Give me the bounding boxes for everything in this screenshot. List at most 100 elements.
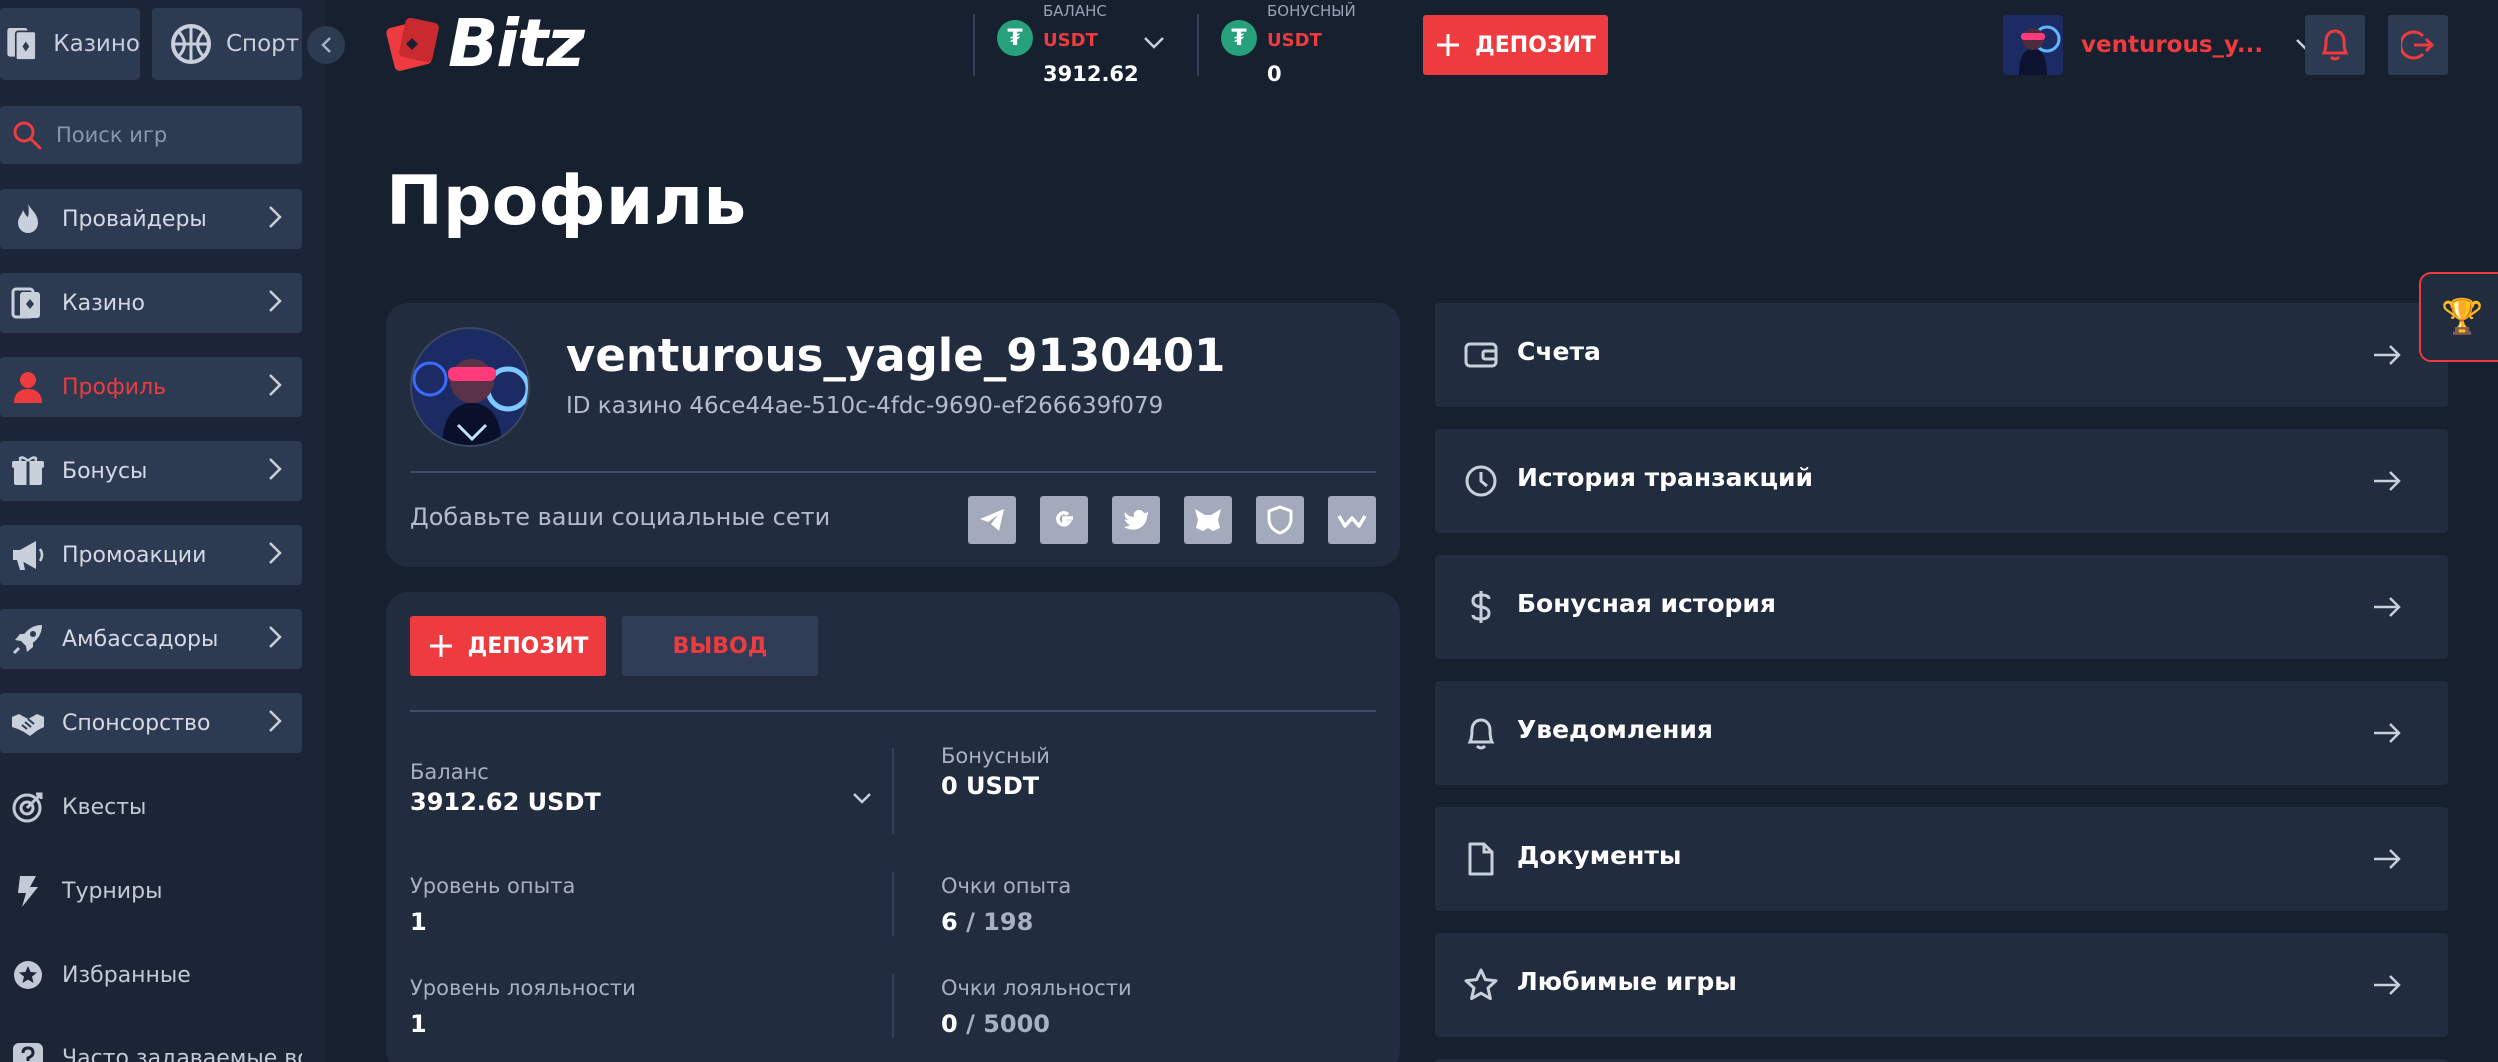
target-icon	[12, 792, 43, 823]
tournaments-widget-button[interactable]: 🏆	[2419, 272, 2498, 362]
twitter-icon	[1124, 510, 1148, 530]
chevron-left-icon	[321, 37, 331, 53]
casino-mode-button[interactable]: Казино	[0, 8, 140, 80]
menu-transaction-history[interactable]: История транзакций	[1435, 429, 2448, 533]
notifications-button[interactable]	[2305, 15, 2365, 75]
dollar-icon	[1471, 591, 1491, 623]
google-button[interactable]	[1040, 496, 1088, 544]
logo-text: Bitz	[448, 5, 585, 82]
bell-icon	[1467, 718, 1495, 750]
handshake-icon	[12, 714, 44, 736]
profile-username: venturous_yagle_9130401	[566, 329, 1226, 382]
chevron-right-icon	[269, 206, 282, 228]
arrow-right-icon	[2374, 471, 2401, 491]
sidebar-item-label: Промоакции	[62, 542, 207, 568]
withdraw-button[interactable]: ВЫВОД	[622, 616, 818, 676]
sidebar-item-label: Избранные	[62, 962, 191, 988]
xp-points-label: Очки опыта	[941, 874, 1072, 898]
menu-label: История транзакций	[1517, 463, 1814, 492]
arrow-right-icon	[2374, 723, 2401, 743]
header-divider	[973, 14, 975, 76]
trophy-icon: 🏆	[2441, 297, 2484, 337]
sidebar-item-profile[interactable]: Профиль	[0, 357, 302, 417]
sidebar-item-label: Квесты	[62, 794, 147, 820]
header-deposit-button[interactable]: ДЕПОЗИТ	[1423, 15, 1608, 75]
trustwallet-button[interactable]	[1256, 496, 1304, 544]
sidebar-item-label: Амбассадоры	[62, 626, 219, 652]
menu-label: Счета	[1517, 337, 1601, 366]
bell-icon	[2321, 29, 2349, 61]
arrow-right-icon	[2374, 345, 2401, 365]
balance-card: ДЕПОЗИТ ВЫВОД Баланс 3912.62 USDT Бонусн…	[386, 592, 1400, 1062]
menu-notifications[interactable]: Уведомления	[1435, 681, 2448, 785]
chevron-down-icon[interactable]	[852, 792, 872, 804]
menu-bonus-history[interactable]: Бонусная история	[1435, 555, 2448, 659]
dice-logo-icon	[386, 17, 439, 71]
stat-divider	[892, 748, 894, 834]
sidebar-item-providers[interactable]: Провайдеры	[0, 189, 302, 249]
sidebar-item-faq[interactable]: Часто задаваемые воп	[0, 1028, 302, 1062]
bonus-currency: USDT	[1267, 30, 1322, 51]
menu-label: Документы	[1517, 841, 1682, 870]
user-menu[interactable]: venturous_y...	[2003, 15, 2317, 75]
sidebar-item-label: Провайдеры	[62, 206, 207, 232]
sidebar-item-label: Профиль	[62, 374, 167, 400]
xp-points-current: 6	[941, 908, 958, 936]
sidebar-item-quests[interactable]: Квесты	[0, 777, 302, 837]
loyalty-level-label: Уровень лояльности	[410, 976, 636, 1000]
walletconnect-button[interactable]	[1328, 496, 1376, 544]
sport-mode-button[interactable]: Спорт	[152, 8, 302, 80]
sidebar-item-label: Часто задаваемые воп	[62, 1045, 302, 1062]
sidebar-item-label: Бонусы	[62, 458, 148, 484]
chevron-down-icon[interactable]	[1143, 36, 1165, 50]
loyalty-points-total: / 5000	[966, 1010, 1050, 1038]
logout-button[interactable]	[2388, 15, 2448, 75]
sidebar-item-label: Турниры	[62, 878, 163, 904]
sidebar-item-sponsorship[interactable]: Спонсорство	[0, 693, 302, 753]
game-search[interactable]	[0, 106, 302, 164]
logout-icon	[2401, 30, 2435, 60]
arrow-right-icon	[2374, 597, 2401, 617]
balance-currency: USDT	[1043, 30, 1098, 51]
bonus-stat-value: 0 USDT	[941, 772, 1040, 800]
chevron-right-icon	[269, 626, 282, 648]
bonus-stat-label: Бонусный	[941, 744, 1050, 768]
menu-favorite-games[interactable]: Любимые игры	[1435, 933, 2448, 1037]
logo[interactable]: Bitz	[384, 5, 585, 82]
deposit-button[interactable]: ДЕПОЗИТ	[410, 616, 606, 676]
sidebar-item-bonuses[interactable]: Бонусы	[0, 441, 302, 501]
profile-card: venturous_yagle_9130401 ID казино 46ce44…	[386, 303, 1400, 567]
page-title: Профиль	[386, 162, 747, 241]
sidebar-item-ambassadors[interactable]: Амбассадоры	[0, 609, 302, 669]
menu-accounts[interactable]: Счета	[1435, 303, 2448, 407]
deposit-label: ДЕПОЗИТ	[1475, 32, 1596, 58]
search-input[interactable]	[56, 123, 286, 147]
sidebar-item-tournaments[interactable]: Турниры	[0, 861, 302, 921]
sport-mode-label: Спорт	[226, 31, 300, 57]
google-icon	[1056, 511, 1073, 527]
divider	[410, 471, 1376, 473]
balance-stat-label: Баланс	[410, 760, 489, 784]
gift-icon	[12, 456, 44, 485]
deposit-label: ДЕПОЗИТ	[467, 633, 589, 659]
star-icon	[1464, 968, 1498, 1001]
chevron-right-icon	[269, 374, 282, 396]
cards-icon	[11, 287, 40, 319]
menu-documents[interactable]: Документы	[1435, 807, 2448, 911]
sidebar-item-favorites[interactable]: Избранные	[0, 945, 302, 1005]
sidebar-collapse-button[interactable]	[307, 26, 345, 64]
plus-icon	[429, 635, 452, 657]
stat-divider	[892, 974, 894, 1038]
metamask-button[interactable]	[1184, 496, 1232, 544]
user-icon	[14, 372, 42, 403]
wallet-icon	[1464, 342, 1498, 368]
tether-icon: ₮	[997, 20, 1033, 56]
menu-label: Любимые игры	[1517, 967, 1737, 996]
sidebar-item-casino[interactable]: Казино	[0, 273, 302, 333]
twitter-button[interactable]	[1112, 496, 1160, 544]
withdraw-label: ВЫВОД	[672, 633, 768, 659]
telegram-button[interactable]	[968, 496, 1016, 544]
arrow-right-icon	[2374, 849, 2401, 869]
sidebar-item-promotions[interactable]: Промоакции	[0, 525, 302, 585]
balance-stat-value: 3912.62 USDT	[410, 788, 601, 816]
